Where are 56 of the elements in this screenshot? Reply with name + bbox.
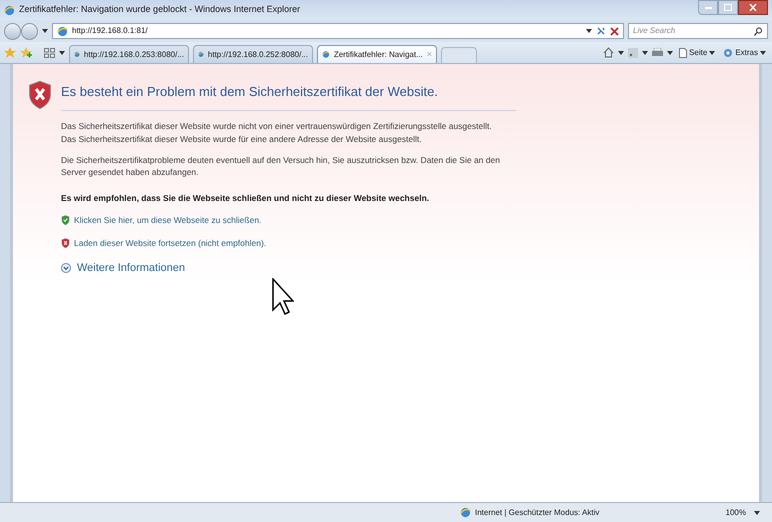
shield-icon	[61, 238, 70, 249]
zoom-button[interactable]: 100%	[726, 506, 760, 518]
expand-icon	[61, 263, 71, 273]
globe-icon	[322, 49, 330, 60]
address-field[interactable]: http://192.168.0.1:81/	[52, 23, 624, 39]
error-paragraph: Das Sicherheitszertifikat dieser Website wurde für eine andere Adresse der Website ausgestellt.	[61, 132, 423, 144]
error-heading: Es besteht ein Problem mit dem Sicherheitszertifikat der Website.	[61, 82, 516, 110]
globe-icon	[460, 507, 471, 518]
forward-button[interactable]	[21, 22, 38, 40]
mouse-cursor-icon	[272, 278, 294, 316]
maximize-icon	[724, 4, 732, 11]
page-link[interactable]: Klicken Sie hier, um diese Webseite zu schließen.	[74, 214, 262, 227]
shield-icon	[27, 80, 53, 110]
back-button[interactable]	[4, 22, 21, 40]
star-icon[interactable]	[4, 46, 16, 58]
caret-icon	[42, 29, 48, 33]
caret-icon	[642, 50, 648, 54]
search-icon[interactable]	[754, 26, 763, 36]
close-icon	[749, 4, 757, 11]
printer-icon[interactable]	[652, 48, 664, 58]
more-info-link[interactable]: Weitere Informationen	[61, 260, 516, 276]
error-paragraph: Das Sicherheitszertifikat dieser Website wurde nicht von einer vertrauenswürdigen Zertifizierungsstelle ausgestellt.	[61, 120, 493, 132]
globe-icon	[57, 26, 68, 36]
maximize-button[interactable]	[718, 0, 738, 15]
caret-icon	[586, 29, 592, 33]
page-icon	[679, 48, 688, 58]
minimize-button[interactable]	[698, 0, 718, 15]
command-menu-button[interactable]: Extras	[721, 46, 768, 58]
grid-icon[interactable]	[44, 48, 55, 58]
stop-icon[interactable]	[610, 26, 619, 36]
caret-icon	[667, 50, 674, 54]
status-text: Internet | Geschützter Modus: Aktiv	[475, 506, 600, 518]
window-title: Zertifikatfehler: Navigation wurde geblockt - Windows Internet Explorer	[19, 3, 300, 16]
minimize-icon	[704, 6, 712, 8]
search-field[interactable]: Live Search	[628, 23, 768, 39]
caret-icon	[618, 50, 624, 54]
browser-tab[interactable]: Zertifikatfehler: Navigat... ×	[317, 45, 437, 63]
recommendation-text: Es wird empfohlen, dass Sie die Webseite schließen und nicht zu dieser Website wechseln.	[61, 192, 430, 204]
globe-icon	[198, 49, 204, 60]
browser-tab[interactable]: http://192.168.0.253:8080/...	[69, 45, 189, 63]
caret-icon	[760, 50, 766, 54]
shield-icon	[61, 215, 70, 226]
caret-icon	[709, 50, 716, 54]
globe-icon	[4, 4, 15, 16]
browser-tab[interactable]: http://192.168.0.252:8080/...	[193, 45, 313, 63]
gear-icon	[723, 48, 734, 58]
add-favorite-icon[interactable]	[20, 46, 32, 58]
error-paragraph: Die Sicherheitszertifikatprobleme deuten eventuell auf den Versuch hin, Sie auszutricksen bzw. Daten die Sie an den Server gesendet haben abzufangen.	[61, 154, 501, 178]
globe-icon	[74, 49, 80, 60]
new-tab-button[interactable]	[441, 47, 477, 63]
caret-icon	[754, 510, 760, 514]
command-menu-button[interactable]: Seite	[677, 46, 718, 58]
page-link[interactable]: Laden dieser Website fortsetzen (nicht empfohlen).	[74, 237, 266, 250]
close-button[interactable]	[738, 0, 768, 15]
caret-icon	[59, 50, 65, 54]
home-icon[interactable]	[603, 47, 614, 58]
